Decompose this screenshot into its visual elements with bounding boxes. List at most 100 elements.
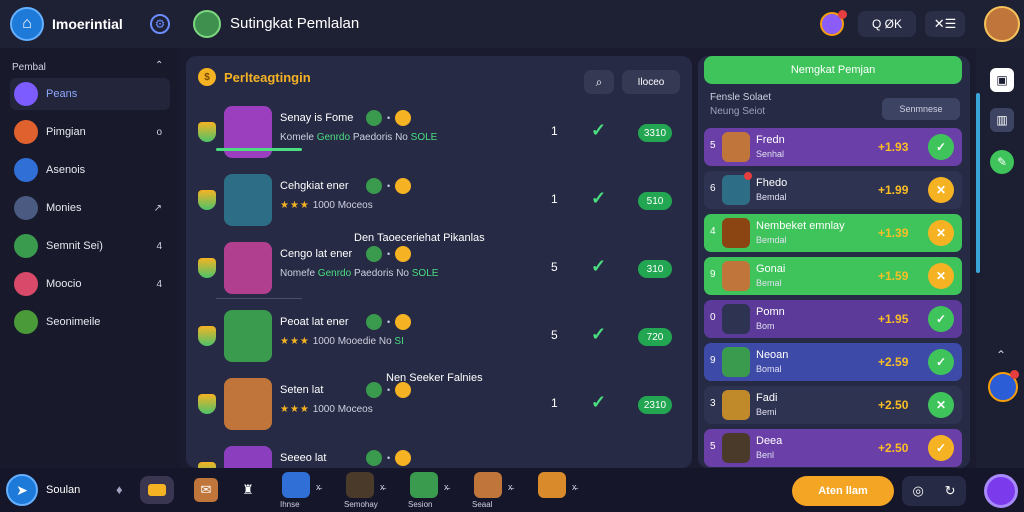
player-name: Pomn xyxy=(756,306,785,318)
check-icon[interactable]: ✓ xyxy=(928,306,954,332)
sidebar-item[interactable]: Peans xyxy=(10,78,170,110)
send-icon[interactable]: ➤ xyxy=(6,474,38,506)
leaderboard-header[interactable]: Nemgkat Pemjan xyxy=(704,56,962,84)
leaderboard-row[interactable]: 4 Nembeket emnlay Bemdal +1.39 ✕ xyxy=(704,214,962,252)
character-thumb[interactable] xyxy=(474,472,502,498)
sidebar-item[interactable]: Monies ↗ xyxy=(10,192,170,224)
layout-icon[interactable]: ▥ xyxy=(990,108,1014,132)
leaderboard-row[interactable]: 9 Neoan Bomal +2.59 ✓ xyxy=(704,343,962,381)
leaderboard-row[interactable]: 9 Gonai Bemal +1.59 ✕ xyxy=(704,257,962,295)
cta-button[interactable]: Aten llam xyxy=(792,476,894,506)
leaderboard-filter-button[interactable]: Senmnese xyxy=(882,98,960,120)
coin-icon xyxy=(395,246,412,262)
check-icon[interactable]: ✓ xyxy=(928,435,954,461)
list-item[interactable]: Seeeo lat • xyxy=(186,442,692,468)
close-icon[interactable]: x̵ xyxy=(508,482,513,492)
close-icon[interactable]: ✕ xyxy=(928,177,954,203)
menu-icon[interactable]: ✕☰ xyxy=(925,11,965,37)
sidebar-item-icon xyxy=(14,120,38,144)
search-button[interactable]: Q ØK xyxy=(858,11,916,37)
sidebar-item[interactable]: Semnit Sei) 4 xyxy=(10,230,170,262)
home-icon: ⌂ xyxy=(10,7,44,41)
rating-stars: ★★★ xyxy=(280,404,310,415)
player-score: +1.59 xyxy=(878,269,909,283)
check-icon[interactable]: ✓ xyxy=(591,392,606,413)
shield-icon xyxy=(198,258,216,278)
row-name: Senay is Fome xyxy=(280,112,354,124)
leaderboard-row[interactable]: 5 Deea Benl +2.50 ✓ xyxy=(704,429,962,467)
controller-icon[interactable]: ♦ xyxy=(116,482,123,497)
camera-icon[interactable]: ◎ xyxy=(912,483,923,499)
row-name: Peoat lat ener xyxy=(280,316,349,328)
sidebar-item[interactable]: Asenois xyxy=(10,154,170,186)
close-icon[interactable]: x̵ xyxy=(444,482,449,492)
avatar xyxy=(722,347,750,377)
row-icons: • xyxy=(366,246,412,262)
leaf-icon[interactable]: ✎ xyxy=(990,150,1014,174)
row-icons: • xyxy=(366,110,412,126)
sidebar-item[interactable]: Pimgian o xyxy=(10,116,170,148)
check-icon[interactable]: ✓ xyxy=(591,188,606,209)
gift-icon[interactable]: ✉ xyxy=(194,478,218,502)
right-rail: ▣ ▥ ✎ ⌃ xyxy=(976,48,1024,468)
list-item[interactable]: Cengo lat ener • Nomefe Genrdo Paedoris No… xyxy=(186,238,692,306)
character-thumb[interactable] xyxy=(346,472,374,498)
ticket-button[interactable] xyxy=(140,476,174,504)
leaderboard-row[interactable]: 6 Fhedo Bemdal +1.99 ✕ xyxy=(704,171,962,209)
character-thumb[interactable] xyxy=(282,472,310,498)
panel-action-button[interactable]: Iloceo xyxy=(622,70,680,94)
profile-orb[interactable] xyxy=(984,474,1018,508)
chevron-up-icon[interactable]: ⌃ xyxy=(996,348,1006,362)
trophy-icon[interactable]: ♜ xyxy=(236,478,260,502)
list-item[interactable]: Seten lat • ★★★ 1000 Moceos 1 ✓ 2310 xyxy=(186,374,692,442)
panel-icon[interactable]: ▣ xyxy=(990,68,1014,92)
check-icon[interactable]: ✓ xyxy=(591,256,606,277)
sidebar-item[interactable]: Moocio 4 xyxy=(10,268,170,300)
scrollbar[interactable] xyxy=(976,93,980,273)
coin-icon: $ xyxy=(198,68,216,86)
list-item[interactable]: Cehgkiat ener • ★★★ 1000 Moceos 1 ✓ 510 xyxy=(186,170,692,238)
check-icon[interactable]: ✓ xyxy=(928,349,954,375)
leaderboard-row[interactable]: 5 Fredn Senhal +1.93 ✓ xyxy=(704,128,962,166)
check-icon[interactable]: ✓ xyxy=(591,324,606,345)
close-icon[interactable]: ✕ xyxy=(928,263,954,289)
row-sub-b: 1000 Moceos xyxy=(312,404,373,415)
close-icon[interactable]: x̵ xyxy=(572,482,577,492)
check-icon[interactable]: ✓ xyxy=(591,120,606,141)
list-item[interactable]: Peoat lat ener • ★★★ 1000 Mooedie No SI 5 ✓ 7… xyxy=(186,306,692,374)
sidebar: Pembal ⌃ Peans Pimgian o Asenois Monies ↗ Semn… xyxy=(0,48,180,468)
close-icon[interactable]: ✕ xyxy=(928,392,954,418)
character-label: Seaal xyxy=(472,500,493,509)
sidebar-item-label: Semnit Sei) xyxy=(46,240,103,252)
close-icon[interactable]: ✕ xyxy=(928,220,954,246)
collapse-icon[interactable]: ⌃ xyxy=(155,60,163,71)
character-thumb[interactable] xyxy=(410,472,438,498)
status-dot-icon xyxy=(366,178,382,194)
score-pill: 310 xyxy=(638,260,672,278)
rank: 9 xyxy=(710,355,716,366)
sidebar-item[interactable]: Seonimeile xyxy=(10,306,170,338)
list-item[interactable]: Senay is Fome • Komele Genrdo Paedoris No … xyxy=(186,102,692,170)
row-subtitle: ★★★ 1000 Mooedie No SI xyxy=(280,336,404,347)
sidebar-item-label: Asenois xyxy=(46,164,86,176)
settings-icon[interactable]: ⚙ xyxy=(150,14,170,34)
separator-icon: • xyxy=(387,181,391,191)
avatar xyxy=(722,433,750,463)
row-sub-c: No xyxy=(396,268,409,279)
leaderboard-row[interactable]: 0 Pomn Bom +1.95 ✓ xyxy=(704,300,962,338)
ticket-icon xyxy=(148,484,166,496)
panel-search-button[interactable]: ⌕ xyxy=(584,70,614,94)
close-icon[interactable]: x̵ xyxy=(316,482,321,492)
row-avatar xyxy=(224,378,272,430)
main-panel: $ Perlteagtingin ⌕ Iloceo Senay is Fome •… xyxy=(186,56,692,468)
row-name: Cengo lat ener xyxy=(280,248,353,260)
leaderboard-row[interactable]: 3 Fadi Bemi +2.50 ✕ xyxy=(704,386,962,424)
refresh-icon[interactable]: ↻ xyxy=(945,483,956,499)
rank: 6 xyxy=(710,183,716,194)
close-icon[interactable]: x̵ xyxy=(380,482,385,492)
check-icon[interactable]: ✓ xyxy=(928,134,954,160)
character-thumb[interactable] xyxy=(538,472,566,498)
player-sub: Bemdal xyxy=(756,192,787,202)
user-avatar[interactable] xyxy=(984,6,1020,42)
rank: 0 xyxy=(710,312,716,323)
